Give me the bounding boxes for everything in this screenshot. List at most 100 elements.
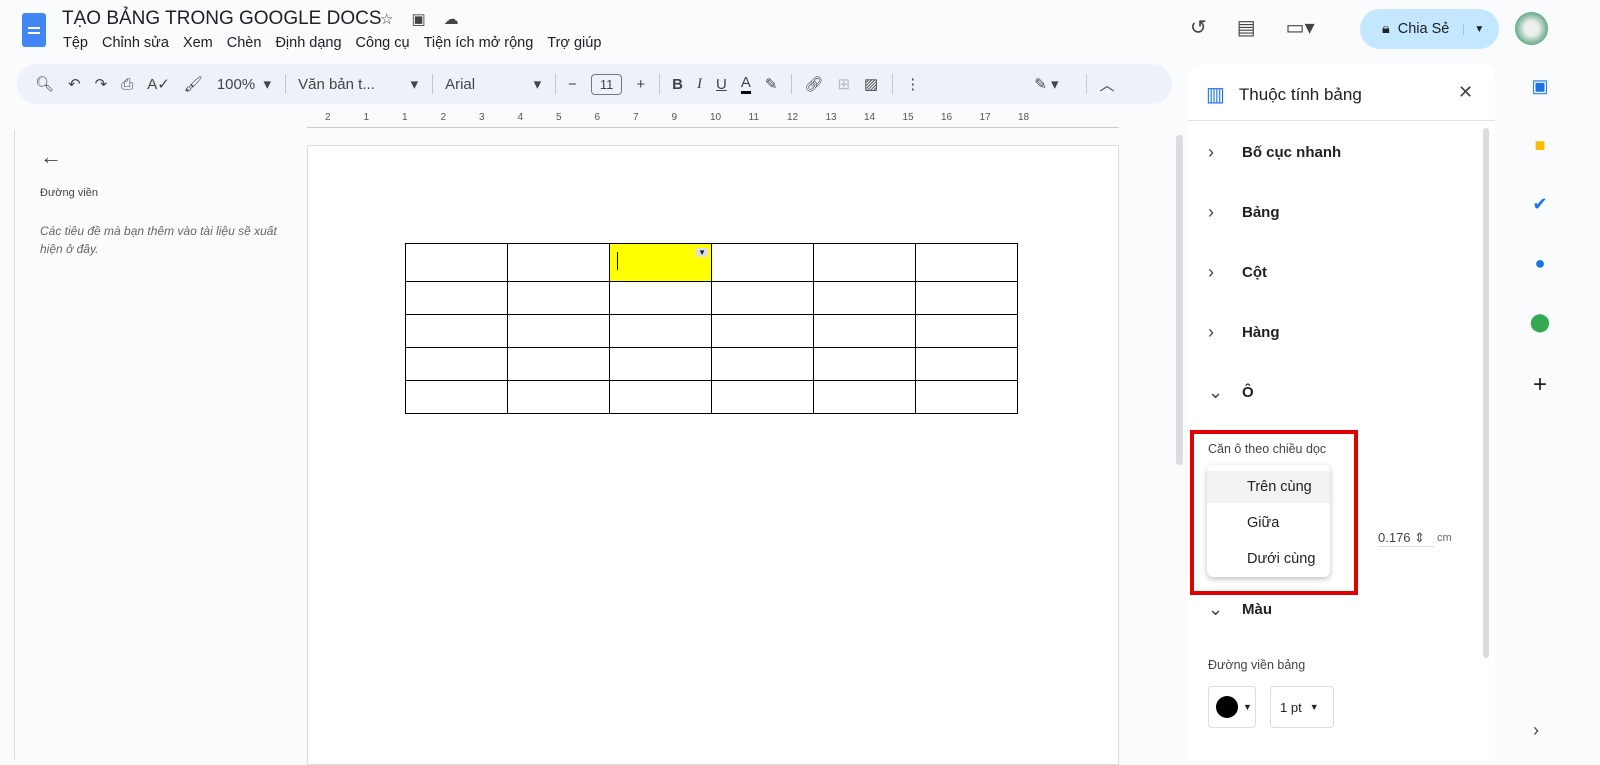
doc-scrollbar[interactable] (1176, 135, 1183, 465)
table-cell[interactable] (507, 281, 610, 315)
more-icon[interactable]: ⋮ (905, 75, 920, 93)
table-cell[interactable] (711, 314, 814, 348)
table-cell[interactable] (405, 281, 508, 315)
decrease-font-icon[interactable]: − (568, 76, 577, 93)
border-color-button[interactable]: ▼ (1208, 686, 1256, 728)
meet-icon[interactable]: ▭▾ (1286, 15, 1315, 40)
share-dropdown[interactable]: ▼ (1463, 23, 1484, 35)
valign-option-middle[interactable]: Giữa (1207, 507, 1330, 539)
add-addon-icon[interactable]: + (1520, 371, 1560, 399)
editing-mode-icon[interactable]: ✎ ▾ (1034, 75, 1058, 93)
table-cell[interactable] (711, 281, 814, 315)
menu-format[interactable]: Định dạng (275, 35, 341, 51)
text-color-icon[interactable]: A (740, 74, 751, 94)
table-cell[interactable] (405, 243, 508, 282)
padding-input[interactable]: 0.176 ⇕ (1378, 530, 1434, 547)
highlight-icon[interactable]: ✎ (765, 75, 778, 93)
table-cell[interactable] (507, 380, 610, 414)
valign-option-top[interactable]: Trên cùng (1207, 471, 1330, 503)
section-cell[interactable]: ⌄ Ô (1208, 382, 1254, 403)
table-cell[interactable] (813, 243, 916, 282)
redo-icon[interactable]: ↷ (95, 75, 108, 93)
tasks-icon[interactable]: ✔ (1520, 194, 1560, 215)
contacts-icon[interactable]: ● (1520, 253, 1560, 274)
valign-option-bottom[interactable]: Dưới cùng (1207, 543, 1330, 575)
table-cell[interactable] (507, 347, 610, 381)
table-cell[interactable] (813, 314, 916, 348)
zoom-select[interactable]: 100% ▾ (217, 75, 271, 94)
table-cell[interactable] (915, 243, 1018, 282)
menu-help[interactable]: Trợ giúp (547, 35, 601, 51)
underline-icon[interactable]: U (716, 76, 727, 93)
document-page[interactable] (307, 145, 1119, 765)
cloud-saved-icon[interactable]: ☁ (444, 10, 459, 28)
star-icon[interactable]: ☆ (380, 10, 393, 28)
table-cell[interactable] (609, 347, 712, 381)
table-cell[interactable] (915, 380, 1018, 414)
image-icon[interactable]: ▨ (864, 75, 878, 93)
style-select[interactable]: Văn bản t... ▾ (298, 75, 418, 94)
table-cell[interactable] (711, 380, 814, 414)
bold-icon[interactable]: B (672, 76, 683, 93)
horizontal-ruler[interactable]: 2 1 1 2 3 4 5 6 7 9 10 11 12 13 14 15 16 17 18 (307, 110, 1119, 128)
border-width-button[interactable]: 1 pt ▼ (1270, 686, 1334, 728)
section-color[interactable]: ⌄ Màu (1208, 599, 1272, 620)
docs-logo[interactable] (22, 13, 46, 47)
cell-menu-icon[interactable]: ▼ (696, 248, 708, 257)
paint-format-icon[interactable]: 🖌︎ (184, 75, 203, 93)
comments-icon[interactable]: ▤ (1237, 15, 1256, 40)
font-select[interactable]: Arial ▾ (445, 75, 541, 94)
close-icon[interactable]: ✕ (1458, 82, 1473, 103)
table-cell[interactable] (813, 281, 916, 315)
move-folder-icon[interactable]: ▣ (411, 10, 425, 28)
table-cell[interactable] (507, 243, 610, 282)
table-cell[interactable] (405, 314, 508, 348)
document-table[interactable]: ▼ (405, 243, 1018, 414)
menu-view[interactable]: Xem (183, 35, 213, 51)
table-cell[interactable] (813, 380, 916, 414)
table-cell[interactable] (405, 347, 508, 381)
spellcheck-icon[interactable]: A✓ (147, 75, 170, 93)
table-cell[interactable] (711, 243, 814, 282)
table-cell[interactable] (915, 347, 1018, 381)
document-title[interactable]: TẠO BẢNG TRONG GOOGLE DOCS (62, 8, 382, 30)
menu-edit[interactable]: Chỉnh sửa (102, 35, 169, 51)
menu-tools[interactable]: Công cụ (356, 35, 410, 51)
section-quick-layout[interactable]: › Bố cục nhanh (1208, 142, 1341, 163)
table-cell[interactable] (507, 314, 610, 348)
table-cell[interactable] (609, 281, 712, 315)
table-cell[interactable] (915, 281, 1018, 315)
search-icon[interactable]: 🔍︎ (35, 75, 54, 93)
increase-font-icon[interactable]: + (636, 76, 645, 93)
vertical-ruler[interactable] (0, 130, 15, 759)
collapse-icon[interactable]: ︿ (1099, 74, 1114, 95)
table-cell[interactable] (405, 380, 508, 414)
menu-extensions[interactable]: Tiện ích mở rộng (424, 35, 534, 51)
undo-icon[interactable]: ↶ (68, 75, 81, 93)
panel-scrollbar[interactable] (1483, 128, 1489, 658)
italic-icon[interactable]: I (697, 76, 702, 93)
table-cell[interactable] (609, 314, 712, 348)
font-size-input[interactable]: 11 (590, 73, 623, 95)
table-cell[interactable] (915, 314, 1018, 348)
table-cell[interactable] (813, 347, 916, 381)
table-cell[interactable]: ▼ (609, 243, 712, 282)
add-comment-icon[interactable]: ⊞ (837, 75, 850, 93)
table-cell[interactable] (609, 380, 712, 414)
link-icon[interactable]: 🔗︎ (804, 75, 823, 93)
avatar[interactable] (1515, 12, 1548, 45)
menu-insert[interactable]: Chèn (227, 35, 262, 51)
calendar-icon[interactable]: ▣ (1520, 76, 1560, 97)
expand-side-panel-icon[interactable]: › (1533, 720, 1539, 741)
menu-file[interactable]: Tệp (63, 35, 88, 51)
print-icon[interactable]: ⎙ (121, 76, 133, 93)
table-cell[interactable] (711, 347, 814, 381)
maps-icon[interactable]: ⬤ (1520, 312, 1560, 333)
section-column[interactable]: › Cột (1208, 262, 1267, 283)
outline-back-icon[interactable]: ← (40, 144, 62, 170)
history-icon[interactable]: ↺ (1190, 15, 1207, 40)
section-table[interactable]: › Bảng (1208, 202, 1280, 223)
share-button[interactable]: 🔒︎ Chia Sẻ ▼ (1360, 9, 1499, 49)
section-row[interactable]: › Hàng (1208, 322, 1280, 343)
keep-icon[interactable]: ■ (1520, 135, 1560, 156)
